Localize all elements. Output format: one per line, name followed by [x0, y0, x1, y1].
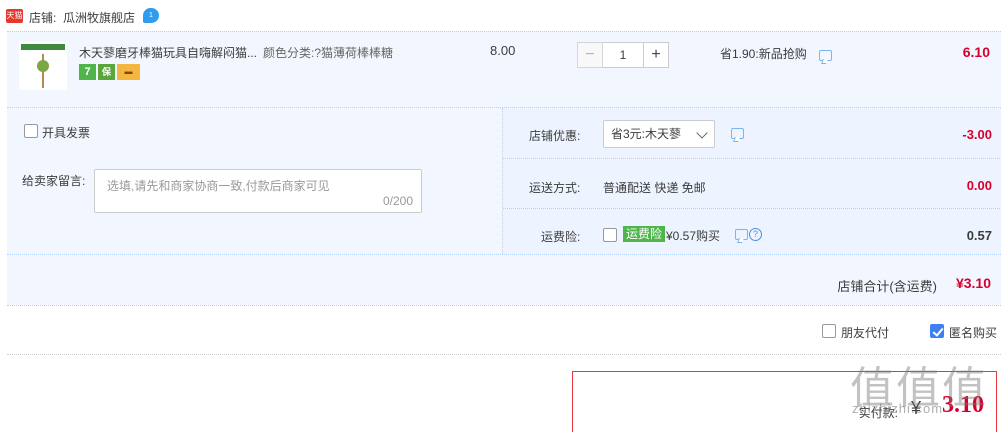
- insurance-message-icon[interactable]: [735, 229, 748, 240]
- payment-amount: 3.10: [942, 392, 984, 418]
- quantity-stepper: − 1 +: [577, 42, 669, 68]
- message-label: 给卖家留言:: [22, 174, 86, 188]
- quantity-minus-button[interactable]: −: [577, 42, 603, 68]
- promo-message-icon[interactable]: [819, 50, 832, 61]
- shipping-label: 运送方式:: [529, 181, 581, 195]
- anonymous-checkbox[interactable]: [930, 324, 944, 338]
- shop-discount-selected: 省3元:木天蓼: [611, 127, 682, 141]
- shop-discount-label: 店铺优惠:: [529, 129, 581, 143]
- payment-currency: ¥: [910, 398, 921, 418]
- service-icons: 7 保 ▬: [79, 64, 140, 80]
- quantity-plus-button[interactable]: +: [643, 42, 669, 68]
- thumbnail-band: [21, 44, 65, 50]
- friend-pay-checkbox[interactable]: [822, 324, 836, 338]
- shop-discount-amount: -3.00: [962, 127, 992, 142]
- shipping-row: 运送方式: 普通配送 快递 免邮 0.00: [503, 158, 1001, 208]
- help-icon[interactable]: ?: [749, 228, 762, 241]
- order-options: 开具发票 给卖家留言: 选填,请先和商家协商一致,付款后商家可见 0/200 店…: [7, 107, 1001, 305]
- item-row: 木天蓼磨牙棒猫玩具自嗨解闷猫... 颜色分类:?猫薄荷棒棒糖 7 保 ▬ 8.0…: [7, 31, 1001, 107]
- tmall-logo-icon: 天猫: [6, 9, 23, 23]
- shop-total-amount: ¥3.10: [955, 275, 991, 291]
- chat-icon[interactable]: 1: [143, 8, 159, 23]
- chevron-down-icon: [696, 127, 708, 139]
- seller-message-counter: 0/200: [382, 194, 413, 208]
- seven-day-return-icon[interactable]: 7: [79, 64, 96, 80]
- anonymous-label[interactable]: 匿名购买: [949, 324, 997, 341]
- shipping-insurance-tag: 运费险: [623, 226, 666, 242]
- item-promo: 省1.90:新品抢购: [720, 47, 807, 61]
- shop-discount-row: 店铺优惠: 省3元:木天蓼 -3.00: [503, 108, 1001, 158]
- payment-label: 实付款:: [858, 406, 898, 420]
- shop-header: 天猫 店铺: 瓜洲牧旗舰店 1: [0, 0, 1001, 32]
- shipping-amount: 0.00: [966, 178, 992, 193]
- shipping-insurance-amount: 0.57: [966, 228, 992, 243]
- shipping-insurance-price: ¥0.57购买: [666, 229, 721, 243]
- invoice-label[interactable]: 开具发票: [42, 124, 90, 141]
- friend-pay-label[interactable]: 朋友代付: [841, 324, 889, 341]
- thumbnail-ball: [37, 60, 49, 72]
- order-options-left: 开具发票 给卖家留言: 选填,请先和商家协商一致,付款后商家可见 0/200: [7, 108, 502, 254]
- order-options-right: 店铺优惠: 省3元:木天蓼 -3.00 运送方式: 普通配送 快递 免邮 0.0…: [502, 108, 1001, 254]
- shop-name-link[interactable]: 瓜洲牧旗舰店: [63, 9, 135, 26]
- shipping-insurance-row: 运费险: 运费险 ¥0.57购买 ? 0.57: [503, 208, 1001, 254]
- shipping-insurance-label: 运费险:: [541, 230, 581, 244]
- product-title-link[interactable]: 木天蓼磨牙棒猫玩具自嗨解闷猫...: [79, 44, 259, 61]
- product-sku: 颜色分类:?猫薄荷棒棒糖: [263, 46, 394, 60]
- product-thumbnail[interactable]: [19, 42, 67, 90]
- payment-summary: 实付款: ¥ 3.10: [572, 371, 997, 432]
- shipping-insurance-checkbox[interactable]: [603, 228, 617, 242]
- insurance-icon[interactable]: 保: [98, 64, 115, 80]
- discount-message-icon[interactable]: [731, 128, 744, 139]
- checkout-options: 朋友代付 匿名购买: [7, 305, 1001, 355]
- credit-card-icon[interactable]: ▬: [117, 64, 140, 80]
- shop-total-row: 店铺合计(含运费) ¥3.10: [7, 254, 1001, 306]
- seller-message-input[interactable]: 选填,请先和商家协商一致,付款后商家可见 0/200: [94, 169, 422, 213]
- item-total: 6.10: [962, 44, 990, 60]
- shipping-method: 普通配送 快递 免邮: [603, 181, 706, 195]
- shop-label: 店铺:: [29, 11, 57, 25]
- shop-discount-select[interactable]: 省3元:木天蓼: [603, 120, 715, 148]
- quantity-input[interactable]: 1: [603, 42, 643, 68]
- seller-message-placeholder: 选填,请先和商家协商一致,付款后商家可见: [107, 179, 330, 193]
- invoice-checkbox[interactable]: [24, 124, 38, 138]
- unit-price: 8.00: [490, 43, 516, 58]
- shop-total-label: 店铺合计(含运费): [837, 279, 937, 294]
